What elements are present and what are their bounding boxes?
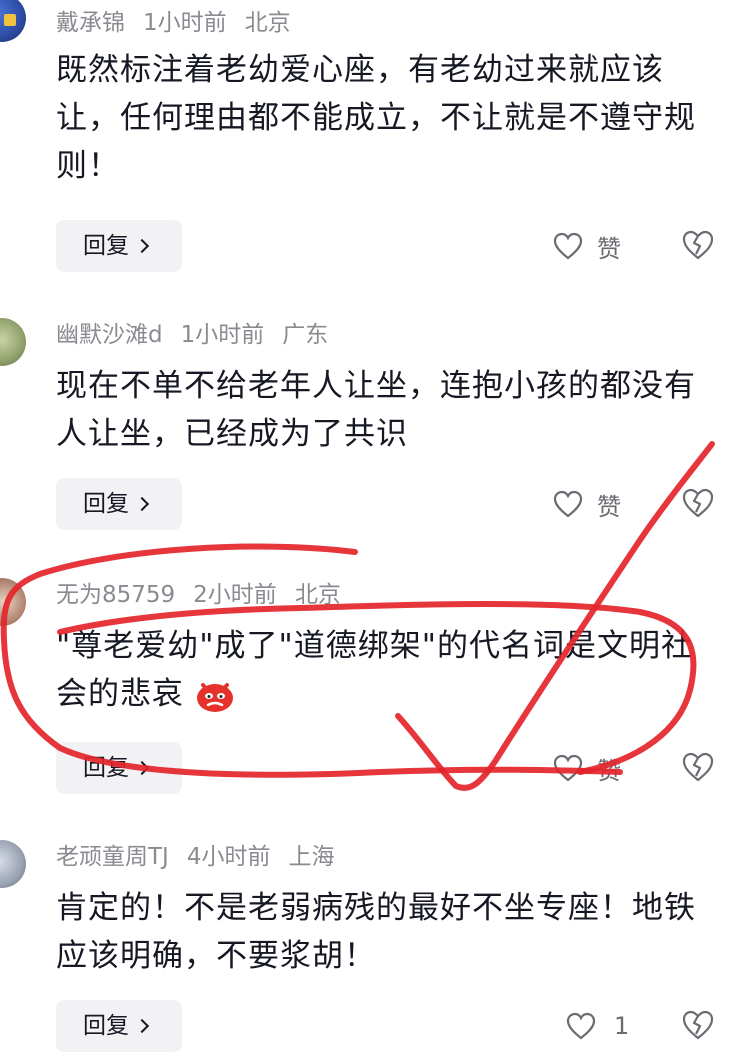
like-label: 赞 [597,756,621,785]
like-button[interactable]: 1 [566,1009,629,1043]
timestamp: 1小时前 [143,10,227,36]
chevron-right-icon [134,1018,150,1034]
reply-label: 回复 [83,1013,129,1039]
chevron-right-icon [134,760,150,776]
like-label: 赞 [597,492,621,521]
broken-heart-icon [682,488,714,518]
reply-label: 回复 [83,755,129,781]
comment-text: 现在不单不给老年人让坐，连抱小孩的都没有人让坐，已经成为了共识 [56,368,696,452]
location: 上海 [288,844,335,870]
reply-button[interactable]: 回复 [56,742,182,794]
username[interactable]: 老顽童周TJ [56,844,169,870]
chevron-right-icon [134,496,150,512]
broken-heart-icon [682,1010,714,1040]
broken-heart-icon [682,752,714,782]
location: 广东 [282,322,329,348]
like-label: 赞 [597,234,621,263]
heart-outline-icon [566,1012,596,1040]
like-button[interactable]: 赞 [553,487,621,521]
like-button[interactable]: 赞 [553,751,621,785]
timestamp: 2小时前 [193,582,277,608]
like-button[interactable]: 赞 [553,229,621,263]
timestamp: 1小时前 [180,322,265,348]
comment-text-body: "尊老爱幼"成了"道德绑架"的代名词是文明社会的悲哀 [56,628,694,712]
username[interactable]: 戴承锦 [56,10,125,36]
like-count: 1 [614,1012,630,1040]
dislike-button[interactable] [681,751,715,785]
timestamp: 4小时前 [186,844,271,870]
avatar[interactable] [0,578,26,626]
comment-text: 既然标注着老幼爱心座，有老幼过来就应该让，任何理由都不能成立，不让就是不遵守规则… [56,52,696,184]
dislike-button[interactable] [681,1009,715,1043]
comment-meta: 老顽童周TJ 4小时前 上海 [56,842,352,872]
dislike-button[interactable] [681,487,715,521]
reply-button[interactable]: 回复 [56,1000,182,1052]
chevron-right-icon [134,238,150,254]
reply-label: 回复 [83,491,129,517]
comment-meta: 无为85759 2小时前 北京 [56,580,359,610]
dislike-button[interactable] [681,229,715,263]
reply-button[interactable]: 回复 [56,478,182,530]
location: 北京 [244,10,291,36]
heart-outline-icon [553,754,583,782]
comment-text: 肯定的！不是老弱病残的最好不坐专座！地铁应该明确，不要浆胡！ [56,890,696,974]
comment-meta: 戴承锦 1小时前 北京 [56,8,309,38]
username[interactable]: 幽默沙滩d [56,322,163,348]
reply-label: 回复 [83,233,129,259]
comment-meta: 幽默沙滩d 1小时前 广东 [56,320,346,350]
location: 北京 [294,582,341,608]
avatar[interactable] [0,840,26,888]
avatar[interactable] [0,318,26,366]
comment-text: "尊老爱幼"成了"道德绑架"的代名词是文明社会的悲哀 [56,622,724,718]
username[interactable]: 无为85759 [56,582,175,608]
reply-button[interactable]: 回复 [56,220,182,272]
heart-outline-icon [553,490,583,518]
broken-heart-icon [682,230,714,260]
avatar[interactable] [0,0,26,42]
heart-outline-icon [553,232,583,260]
angry-face-emoji [196,682,233,712]
